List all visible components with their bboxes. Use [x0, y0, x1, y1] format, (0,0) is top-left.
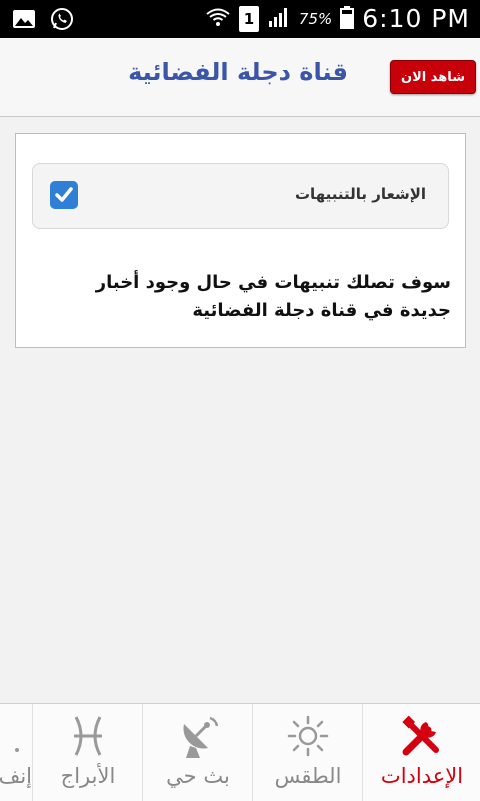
tab-label: إنف	[0, 764, 32, 788]
tab-live-stream[interactable]: بث حي	[142, 704, 253, 801]
tab-label: الطقس	[274, 764, 342, 788]
battery-icon	[340, 5, 355, 33]
tab-label: الأبراج	[60, 764, 116, 788]
notifications-label: الإشعار بالتنبيهات	[294, 185, 426, 203]
signal-icon	[267, 6, 291, 32]
notifications-checkbox[interactable]	[50, 181, 78, 209]
page-title: قناة دجلة الفضائية	[128, 58, 348, 86]
status-left	[12, 7, 74, 35]
satellite-dish-icon	[143, 714, 253, 760]
gallery-icon	[12, 9, 36, 33]
settings-panel: الإشعار بالتنبيهات سوف تصلك تنبيهات في ح…	[15, 133, 466, 348]
tab-horoscope[interactable]: الأبراج	[32, 704, 143, 801]
tab-info[interactable]: إنف	[0, 704, 32, 801]
app-header: شاهد الان قناة دجلة الفضائية	[0, 38, 480, 117]
bottom-tab-bar: الإعدادات الطقس بث حي الأبراج إنف	[0, 703, 480, 801]
status-bar: 1 75% 6:10 PM	[0, 0, 480, 38]
tab-weather[interactable]: الطقس	[252, 704, 363, 801]
checkmark-icon	[55, 187, 73, 202]
notifications-description: سوف تصلك تنبيهات في حال وجود أخبار جديدة…	[95, 272, 451, 321]
wifi-icon	[205, 5, 231, 33]
tab-settings[interactable]: الإعدادات	[362, 704, 480, 801]
status-right: 1 75% 6:10 PM	[205, 4, 470, 33]
battery-percent: 75%	[298, 9, 333, 28]
notifications-setting-row[interactable]: الإشعار بالتنبيهات	[32, 163, 449, 229]
info-icon	[0, 714, 32, 758]
watch-now-button[interactable]: شاهد الان	[390, 60, 476, 94]
whatsapp-icon	[50, 7, 74, 35]
sun-icon	[253, 714, 363, 758]
tab-label: الإعدادات	[380, 764, 464, 788]
clock: 6:10 PM	[362, 4, 470, 33]
settings-tools-icon	[363, 714, 480, 758]
sim-icon: 1	[238, 5, 259, 32]
tab-label: بث حي	[166, 764, 230, 788]
pisces-icon	[33, 714, 143, 758]
